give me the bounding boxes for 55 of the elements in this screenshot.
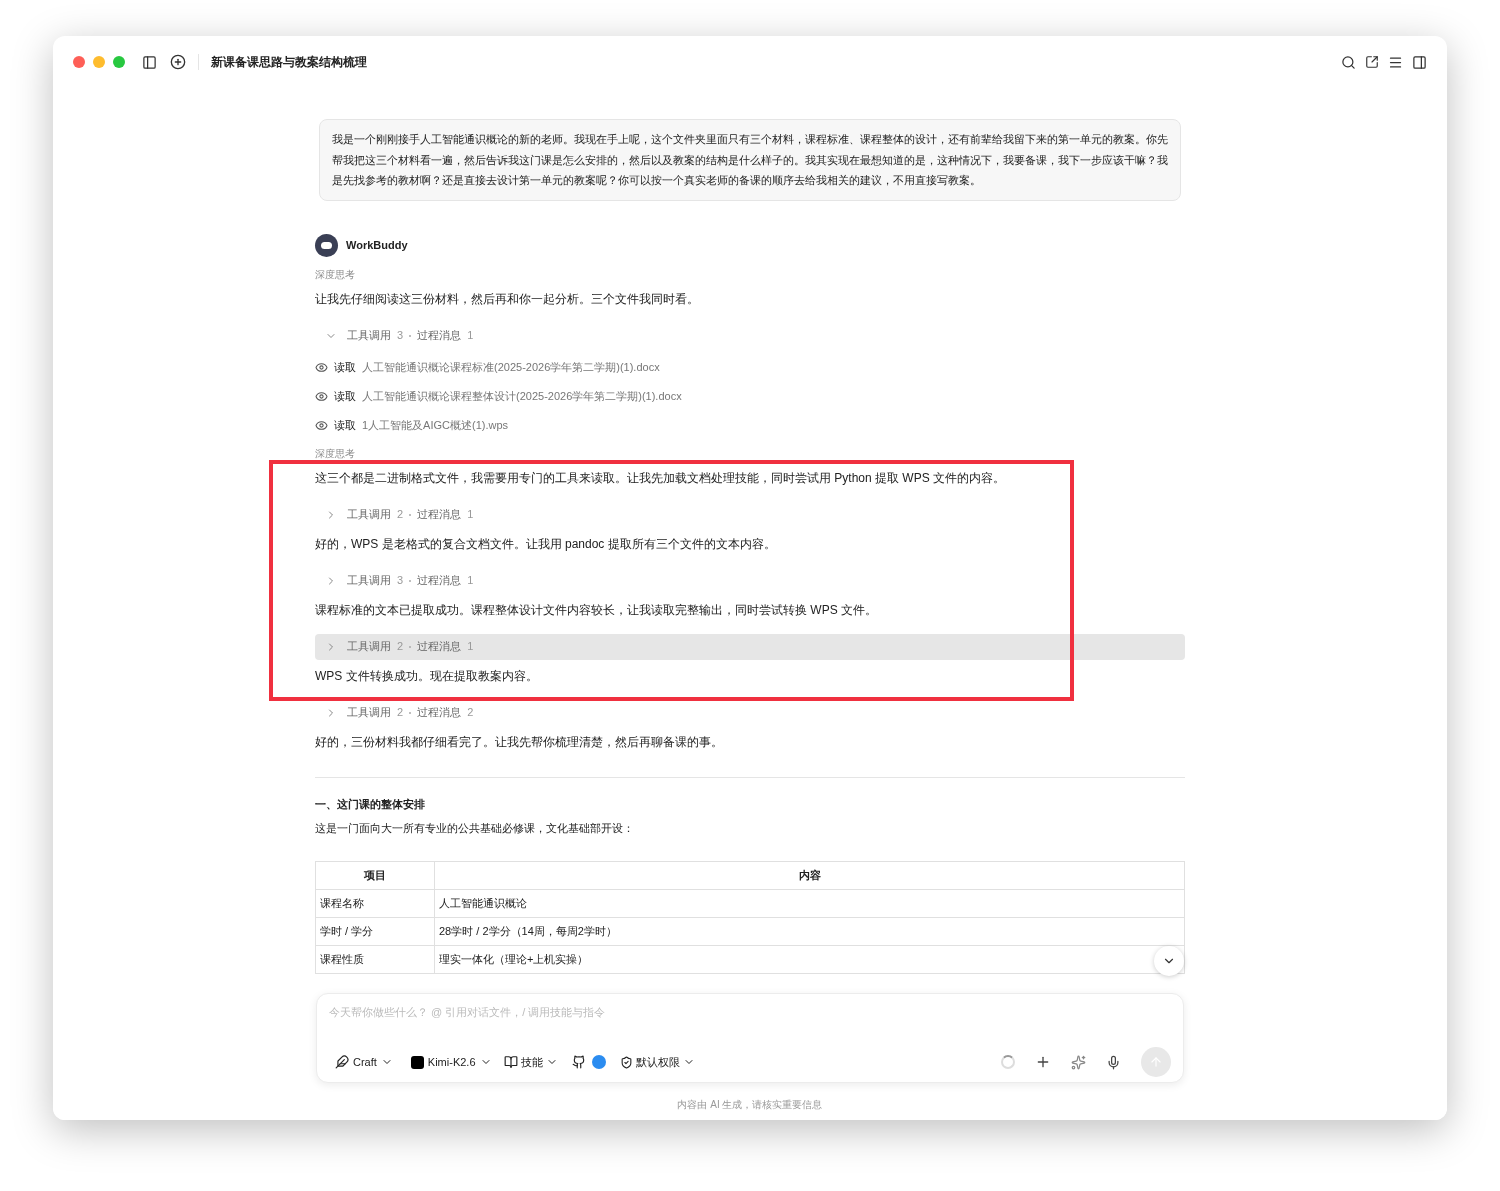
book-icon [503, 1055, 518, 1069]
read-action: 读取 [334, 360, 356, 376]
menu-icon[interactable] [1388, 54, 1403, 70]
permission-selector[interactable]: 默认权限 [619, 1053, 695, 1071]
add-icon[interactable] [1035, 1054, 1051, 1070]
eye-icon [315, 361, 328, 374]
table-header: 项目 [315, 861, 435, 889]
table-cell: 28学时 / 2学分（14周，每周2学时） [434, 917, 1185, 945]
section-heading: 一、这门课的整体安排 [315, 796, 426, 812]
github-icon[interactable] [571, 1055, 586, 1069]
table-cell: 人工智能通识概论 [434, 889, 1185, 917]
file-name[interactable]: 1人工智能及AIGC概述(1).wps [362, 417, 509, 434]
zoom-window-button[interactable] [113, 56, 125, 68]
app-logo-icon[interactable] [591, 1055, 606, 1069]
window-title: 新课备课思路与教案结构梳理 [211, 54, 367, 71]
eye-icon [315, 419, 328, 432]
model-selector[interactable]: Kimi-K2.6 [410, 1053, 492, 1071]
assistant-avatar [315, 233, 338, 257]
thinking-label[interactable]: 深度思考 [315, 446, 355, 461]
read-action: 读取 [334, 418, 356, 434]
eye-icon [315, 390, 328, 403]
assistant-name: WorkBuddy [346, 237, 408, 253]
microphone-icon[interactable] [1106, 1054, 1121, 1070]
section-intro: 这是一门面向大一所有专业的公共基础必修课，文化基础部开设： [315, 821, 635, 836]
search-icon[interactable] [1341, 54, 1356, 70]
thinking-label[interactable]: 深度思考 [315, 267, 355, 282]
panel-toggle-icon[interactable] [1412, 54, 1427, 70]
file-name[interactable]: 人工智能通识概论课程标准(2025-2026学年第二学期)(1).docx [362, 359, 660, 376]
message-text: 好的，三份材料我都仔细看完了。让我先帮你梳理清楚，然后再聊备课的事。 [315, 733, 723, 751]
file-name[interactable]: 人工智能通识概论课程整体设计(2025-2026学年第二学期)(1).docx [362, 388, 682, 405]
mode-selector[interactable]: Craft [335, 1053, 393, 1071]
read-action: 读取 [334, 389, 356, 405]
prompt-input[interactable]: 今天帮你做些什么？ @ 引用对话文件，/ 调用技能与指令 [329, 1002, 1171, 1022]
table-header: 内容 [434, 861, 1185, 889]
message-text: WPS 文件转换成功。现在提取教案内容。 [315, 667, 538, 685]
table-cell: 学时 / 学分 [315, 917, 435, 945]
sparkle-icon[interactable] [1071, 1054, 1086, 1070]
table-cell: 课程名称 [315, 889, 435, 917]
feather-icon [335, 1055, 349, 1069]
message-text: 这三个都是二进制格式文件，我需要用专门的工具来读取。让我先加载文档处理技能，同时尝试用 Python 提取 WPS 文件的内容。 [315, 469, 1006, 487]
new-chat-icon[interactable] [170, 54, 186, 70]
ai-disclaimer: 内容由 AI 生成，请核实重要信息 [677, 1098, 823, 1112]
close-window-button[interactable] [73, 56, 85, 68]
message-text: 好的，WPS 是老格式的复合文档文件。让我用 pandoc 提取所有三个文件的文本内容。 [315, 535, 776, 553]
sidebar-toggle-icon[interactable] [142, 54, 157, 70]
share-icon[interactable] [1365, 55, 1379, 69]
model-logo-icon [410, 1055, 424, 1069]
skills-selector[interactable]: 技能 [503, 1053, 558, 1071]
message-text: 课程标准的文本已提取成功。课程整体设计文件内容较长，让我读取完整输出，同时尝试转换 WPS 文件。 [315, 601, 877, 619]
tool-call-summary[interactable]: 工具调用 2 过程消息 1 [315, 633, 1185, 660]
message-text: 让我先仔细阅读这三份材料，然后再和你一起分析。三个文件我同时看。 [315, 290, 699, 308]
shield-icon [619, 1055, 633, 1069]
table-cell: 课程性质 [315, 945, 435, 973]
loading-spinner-icon [1001, 1055, 1015, 1069]
user-message: 我是一个刚刚接手人工智能通识概论的新的老师。我现在手上呢，这个文件夹里面只有三个材料，课程标准、课程整体的设计，还有前辈给我留下来的第一单元的教案。你先帮我把这三个材料看一遍，然后告诉我这门课是怎么安排的，然后以及教案的结构是什么样子的。我其实现在最想知道的是，这种情况下，我要备课，我下一步应该干嘛？我是先找参考的教材啊？还是直接去设计第一单元的教案呢？你可以按一个真实老师的备课的顺序去给我相关的建议，不用直接写教案。 [319, 119, 1181, 201]
